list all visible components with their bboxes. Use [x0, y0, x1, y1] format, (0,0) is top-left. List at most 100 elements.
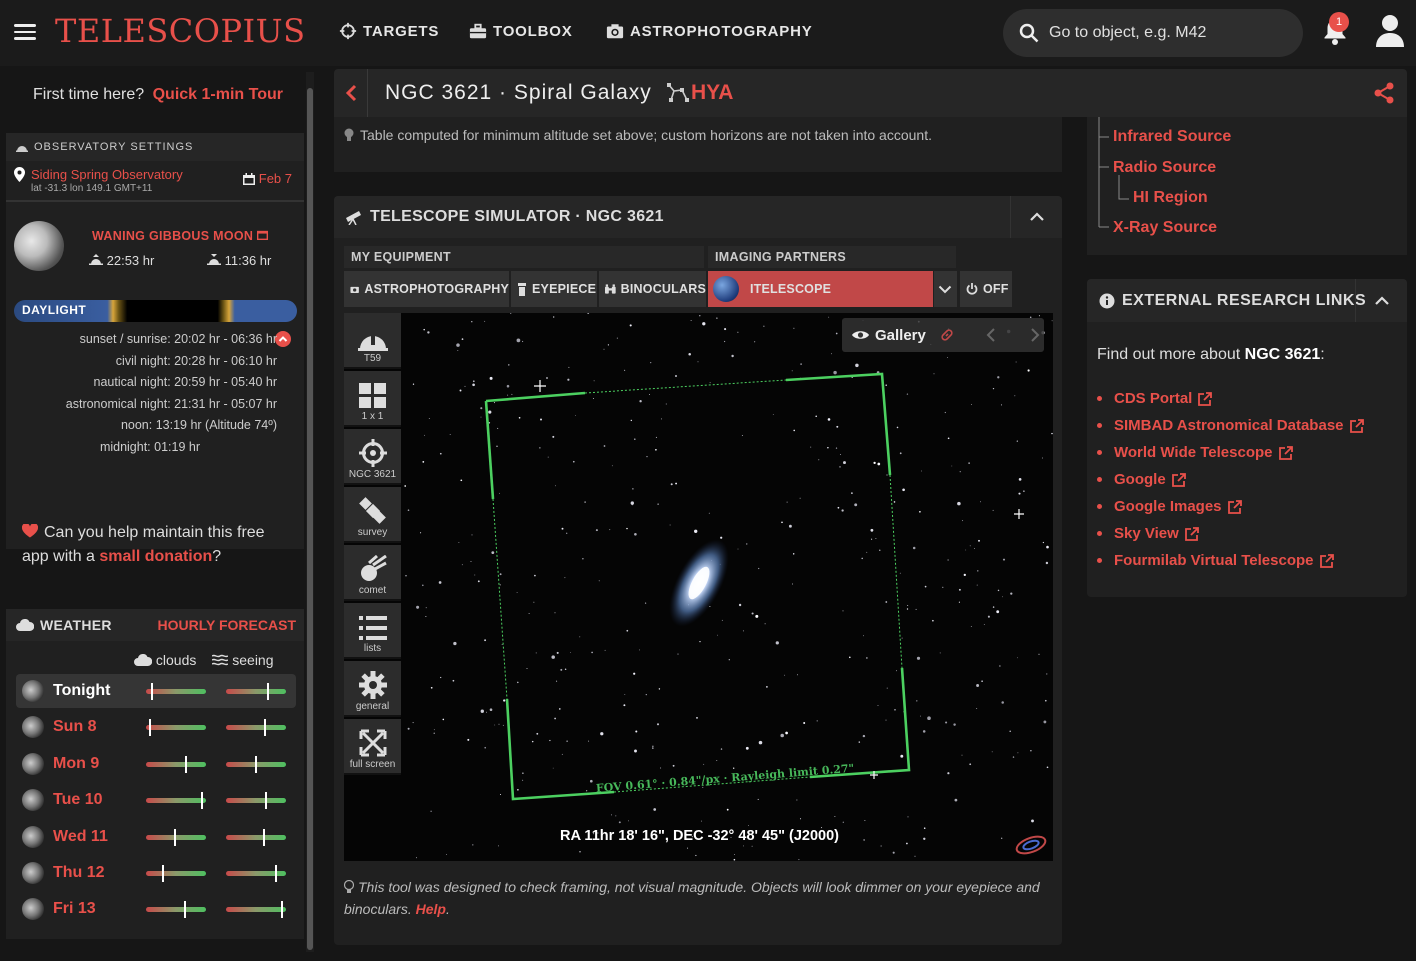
simulator-viewport[interactable]: T59 1 x 1 NGC 3621 survey comet lists ge…	[344, 313, 1053, 861]
weather-day-row[interactable]: Tue 10	[16, 783, 296, 817]
star	[831, 353, 832, 355]
star	[944, 411, 946, 414]
tool-telescope[interactable]: T59	[344, 313, 401, 369]
chevron-up-icon[interactable]	[275, 331, 291, 347]
legend-seeing: seeing	[211, 652, 274, 668]
nav-astrophotography[interactable]: ASTROPHOTOGRAPHY	[605, 22, 813, 40]
type-infrared-source[interactable]: Infrared Source	[1113, 128, 1231, 146]
tool-comet[interactable]: comet	[344, 545, 401, 601]
tool-center-object[interactable]: NGC 3621	[344, 429, 401, 485]
midnight: midnight: 01:19 hr	[99, 440, 200, 454]
chevron-right-icon[interactable]	[1030, 328, 1040, 342]
astrophotography-button[interactable]: ASTROPHOTOGRAPHY	[344, 271, 509, 307]
back-button[interactable]	[334, 69, 368, 117]
chevron-up-icon[interactable]	[1010, 196, 1062, 238]
share-icon[interactable]	[1373, 82, 1395, 104]
tool-survey[interactable]: survey	[344, 487, 401, 543]
star	[855, 363, 859, 368]
star	[456, 343, 460, 347]
star	[472, 380, 475, 383]
research-link[interactable]: CDS Portal	[1097, 385, 1364, 412]
eyepiece-button[interactable]: EYEPIECE	[511, 271, 597, 307]
weather-day-row[interactable]: Mon 9	[16, 747, 296, 781]
tool-lists-label: lists	[363, 643, 382, 654]
weather-day-row[interactable]: Tonight	[16, 674, 296, 708]
help-link[interactable]: Help	[416, 901, 446, 917]
research-link[interactable]: Fourmilab Virtual Telescope	[1097, 547, 1364, 574]
nav-toolbox[interactable]: TOOLBOX	[468, 22, 573, 40]
star	[827, 447, 829, 449]
camera-icon	[606, 24, 624, 39]
itelescope-button[interactable]: ITELESCOPE	[708, 271, 933, 307]
research-link[interactable]: World Wide Telescope	[1097, 439, 1364, 466]
star	[560, 668, 563, 671]
star	[670, 483, 673, 486]
tool-mosaic[interactable]: 1 x 1	[344, 371, 401, 427]
donation-link[interactable]: small donation	[99, 548, 212, 565]
star	[958, 588, 961, 591]
star	[1046, 545, 1049, 549]
app-logo[interactable]: TELESCOPIUS	[55, 12, 306, 50]
chevron-left-icon[interactable]	[986, 328, 996, 342]
search-icon	[1019, 23, 1039, 43]
weather-day-row[interactable]: Thu 12	[16, 856, 296, 890]
star	[827, 418, 831, 421]
hourly-forecast-link[interactable]: HOURLY FORECAST	[158, 617, 296, 633]
tool-settings[interactable]: general	[344, 661, 401, 717]
cloud-icon	[134, 653, 153, 666]
type-radio-source[interactable]: Radio Source	[1113, 159, 1216, 177]
nav-toolbox-label: TOOLBOX	[493, 22, 573, 40]
constellation-link[interactable]: HYA	[667, 81, 733, 105]
weather-day-row[interactable]: Sun 8	[16, 710, 296, 744]
star	[518, 416, 521, 419]
altitude-note: Table computed for minimum altitude set …	[344, 127, 932, 143]
star	[841, 509, 844, 512]
star	[835, 447, 838, 449]
simulator-off-button[interactable]: OFF	[960, 271, 1012, 307]
research-link[interactable]: Google	[1097, 466, 1364, 493]
link-icon[interactable]	[940, 328, 954, 342]
research-link-label: Google	[1114, 471, 1166, 488]
star	[803, 722, 806, 724]
binoculars-button[interactable]: BINOCULARS	[599, 271, 706, 307]
gallery-button[interactable]: Gallery	[875, 327, 926, 344]
nav-targets[interactable]: TARGETS	[338, 22, 439, 40]
user-icon[interactable]	[1375, 14, 1405, 48]
tool-fullscreen[interactable]: full screen	[344, 719, 401, 775]
partner-dropdown[interactable]	[934, 271, 957, 307]
type-hi-region[interactable]: HI Region	[1133, 189, 1208, 207]
star	[546, 377, 548, 379]
moon-phase[interactable]: WANING GIBBOUS MOON	[92, 229, 269, 243]
donate-suffix: ?	[212, 548, 222, 565]
star	[962, 520, 964, 522]
chevron-up-icon[interactable]	[1355, 279, 1407, 322]
star	[439, 452, 442, 455]
tool-lists[interactable]: lists	[344, 603, 401, 659]
star	[1000, 404, 1003, 406]
star	[1018, 492, 1021, 495]
star	[588, 740, 590, 742]
star	[983, 624, 985, 625]
type-xray-source[interactable]: X-Ray Source	[1113, 219, 1217, 237]
menu-icon[interactable]	[14, 20, 36, 44]
tool-settings-label: general	[355, 701, 390, 712]
search-bar[interactable]	[1003, 9, 1303, 57]
research-link[interactable]: SIMBAD Astronomical Database	[1097, 412, 1364, 439]
star	[947, 357, 948, 358]
sidebar-scroll-thumb[interactable]	[307, 88, 313, 950]
astrophotography-label: ASTROPHOTOGRAPHY	[364, 282, 509, 296]
object-types-panel: Infrared Source Radio Source HI Region X…	[1087, 117, 1407, 255]
star	[781, 521, 783, 524]
observatory-site[interactable]: Siding Spring Observatory lat -31.3 lon …	[14, 167, 183, 194]
external-link-icon	[1227, 499, 1242, 514]
weather-day-row[interactable]: Fri 13	[16, 892, 296, 926]
research-link[interactable]: Sky View	[1097, 520, 1364, 547]
star	[797, 674, 798, 676]
date-selector[interactable]: Feb 7	[242, 171, 292, 186]
research-link[interactable]: Google Images	[1097, 493, 1364, 520]
star	[488, 410, 492, 414]
star	[1017, 752, 1019, 754]
quick-tour-link[interactable]: Quick 1-min Tour	[153, 86, 283, 103]
weather-day-row[interactable]: Wed 11	[16, 820, 296, 854]
search-input[interactable]	[1049, 24, 1289, 42]
